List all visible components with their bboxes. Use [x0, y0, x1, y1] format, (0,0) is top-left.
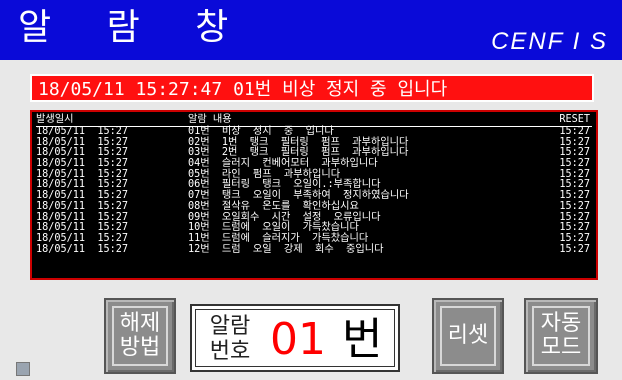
row-message: 08번 절삭유 온도를 확인하십시요 [188, 200, 359, 212]
window-title: 알 람 창 [18, 7, 251, 48]
row-reset-time: 15:27 [559, 200, 590, 212]
table-row[interactable]: 18/05/11 15:27 12번 드럼 오일 강제 회수 중입니다 15:2… [36, 243, 592, 256]
brand-logo-text: CENF I S [491, 28, 608, 55]
auto-mode-label-line2: 모드 [540, 335, 582, 360]
auto-mode-button-face: 자동 모드 [532, 306, 590, 366]
table-row[interactable]: 18/05/11 15:27 08번 절삭유 온도를 확인하십시요 15:27 [36, 200, 592, 213]
auto-mode-button[interactable]: 자동 모드 [524, 298, 598, 374]
title-bar: 알 람 창 CENF I S [0, 0, 622, 60]
row-message: 12번 드럼 오일 강제 회수 중입니다 [188, 243, 384, 255]
header-reset: RESET [559, 114, 590, 125]
row-reset-time: 15:27 [559, 232, 590, 244]
current-alarm-banner: 18/05/11 15:27:47 01번 비상 정지 중 입니다 [30, 74, 594, 102]
row-time: 18/05/11 15:27 [36, 200, 129, 212]
table-row[interactable]: 18/05/11 15:27 11번 드럼에 슬러지가 가득찼습니다 15:27 [36, 232, 592, 245]
auto-mode-label-line1: 자동 [540, 311, 582, 336]
alarm-history-table[interactable]: 발생일시 알람 내용 RESET 18/05/11 15:27 01번 비상 정… [30, 110, 598, 280]
row-message: 11번 드럼에 슬러지가 가득찼습니다 [188, 232, 369, 244]
alarm-number-value: 01 [270, 314, 326, 365]
row-reset-time: 15:27 [559, 243, 590, 255]
release-method-label-line2: 방법 [119, 335, 161, 360]
alarm-number-display: 알람 번호 01 번 [190, 304, 400, 372]
alarm-number-unit: 번 [342, 314, 383, 365]
header-time: 발생일시 [36, 114, 74, 125]
release-method-button[interactable]: 해제 방법 [104, 298, 176, 374]
screen-switch-icon[interactable] [16, 362, 30, 376]
row-time: 18/05/11 15:27 [36, 243, 129, 255]
release-method-label-line1: 해제 [119, 311, 161, 336]
alarm-number-label: 알람 번호 [202, 314, 258, 366]
reset-button[interactable]: 리셋 [432, 298, 504, 374]
header-message: 알람 내용 [188, 114, 232, 125]
reset-button-face: 리셋 [440, 306, 496, 366]
alarm-number-label-line2: 번호 [209, 339, 251, 364]
reset-button-label: 리셋 [447, 323, 489, 348]
alarm-number-label-line1: 알람 [209, 314, 251, 339]
release-method-button-face: 해제 방법 [112, 306, 168, 366]
row-time: 18/05/11 15:27 [36, 232, 129, 244]
